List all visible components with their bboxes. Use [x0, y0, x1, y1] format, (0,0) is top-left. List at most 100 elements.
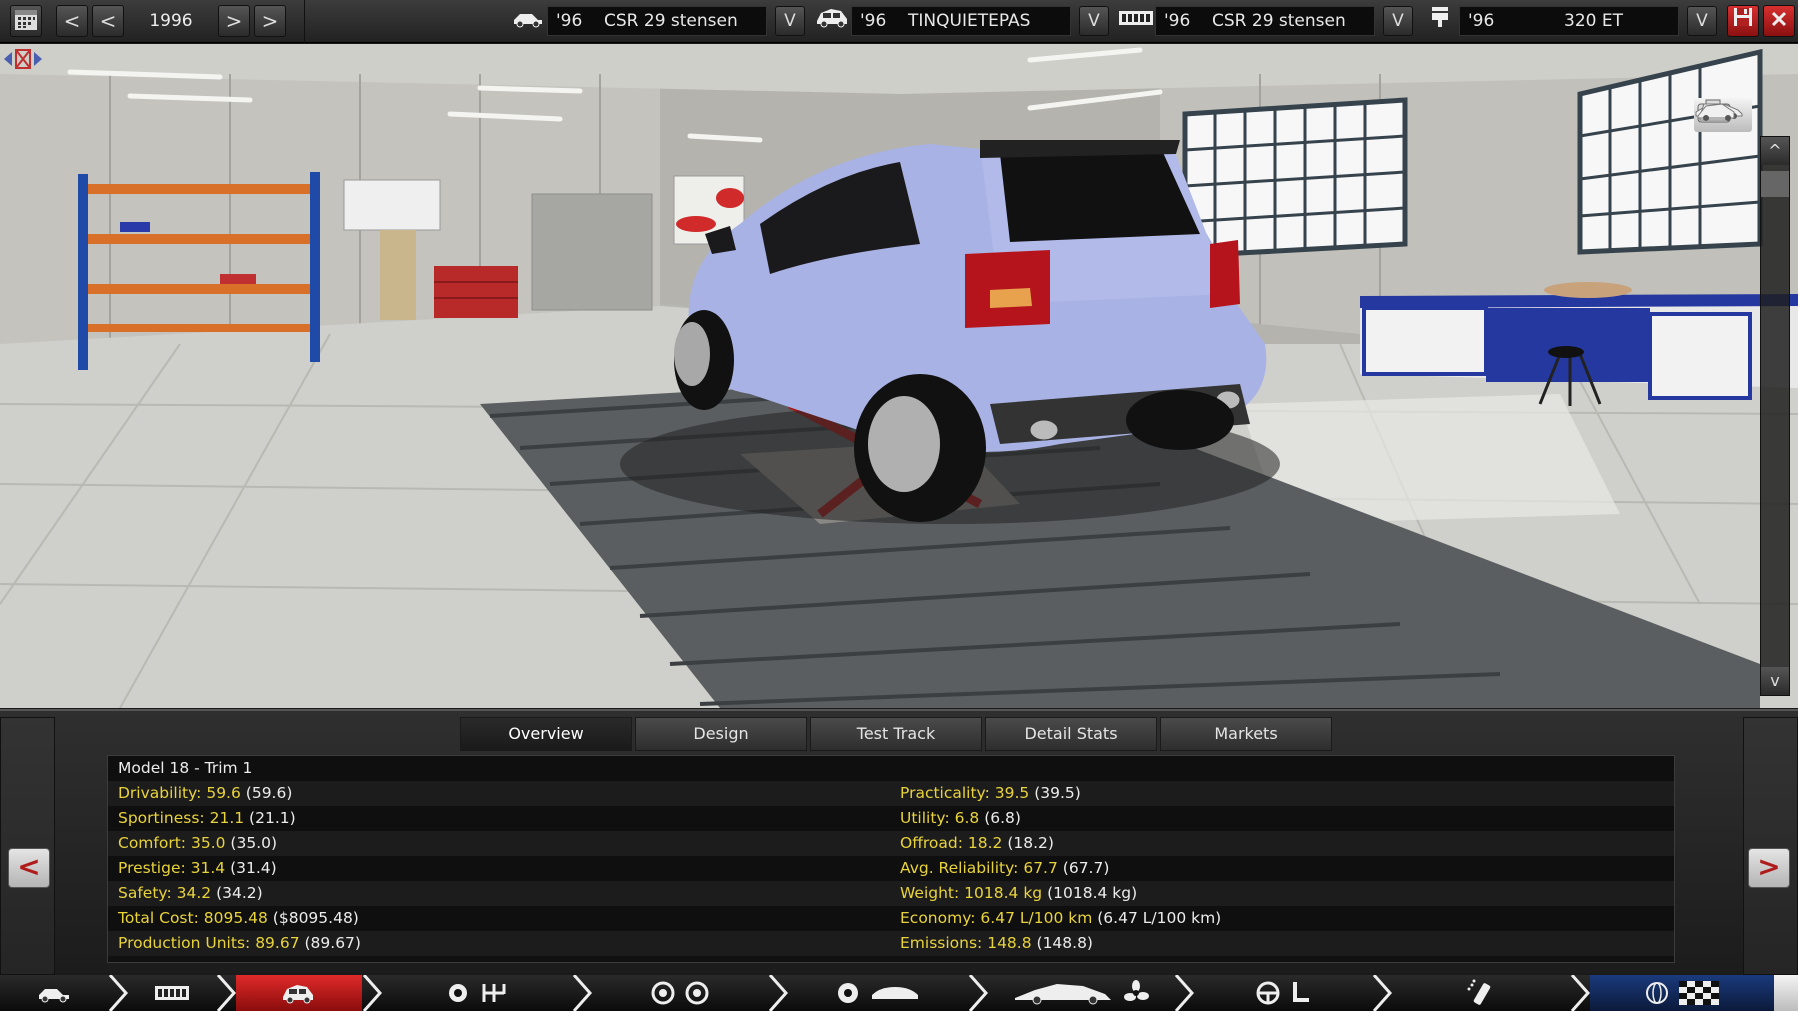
spray-paint-icon [1467, 979, 1491, 1005]
nav-separator [108, 974, 129, 1011]
tab-overview[interactable]: Overview [460, 717, 632, 751]
nav-interior[interactable] [1194, 975, 1372, 1011]
piston-icon [1421, 5, 1459, 37]
nav-chassis[interactable] [0, 975, 108, 1011]
save-button[interactable] [1727, 5, 1759, 37]
nav-separator [362, 974, 383, 1011]
trim-title: Model 18 - Trim 1 [118, 759, 253, 777]
car-silhouette-icon [1015, 984, 1111, 1005]
scroll-down-button[interactable]: v [1761, 667, 1789, 695]
overview-stats-table: Model 18 - Trim 1 Drivability: 59.6 (59.… [107, 755, 1675, 963]
fan-icon [1124, 980, 1149, 1001]
chassis-field[interactable]: '96 CSR 29 stensen [547, 6, 767, 36]
nav-chassis-tuning[interactable] [788, 975, 968, 1011]
chassis-name: CSR 29 stensen [604, 11, 738, 31]
engine-selector: '96 CSR 29 stensen V [1117, 0, 1413, 43]
stat-row: Safety: 34.2 (34.2) Weight: 1018.4 kg (1… [108, 881, 1674, 906]
year-prev-fast-button[interactable]: < [56, 5, 88, 37]
nav-engine[interactable] [128, 975, 216, 1011]
engine-block-icon [1117, 5, 1155, 37]
designer-step-nav [0, 974, 1798, 1011]
next-trim-button[interactable]: > [1748, 848, 1790, 888]
stat-row: Total Cost: 8095.48 ($8095.48) Economy: … [108, 906, 1674, 931]
nav-wheels[interactable] [592, 975, 768, 1011]
chassis-year: '96 [556, 11, 583, 31]
stat-row: Drivability: 59.6 (59.6) Practicality: 3… [108, 781, 1674, 806]
car-angle-view-icon [1697, 103, 1735, 121]
model-dropdown-button[interactable]: V [1079, 6, 1109, 36]
nav-markets[interactable] [1590, 975, 1774, 1011]
tab-markets[interactable]: Markets [1160, 717, 1332, 751]
year-prev-button[interactable]: < [92, 5, 124, 37]
car-body-icon [813, 5, 851, 37]
stat-economy: Economy: 6.47 L/100 km (6.47 L/100 km) [900, 909, 1222, 927]
view-side-button[interactable] [1694, 103, 1752, 204]
view-angle-button[interactable] [1694, 103, 1752, 276]
engine-year: '96 [1164, 11, 1191, 31]
engine-variant-dropdown-button[interactable]: V [1687, 6, 1717, 36]
close-button[interactable] [1763, 5, 1795, 37]
model-name: TINQUIETEPAS [908, 11, 1031, 31]
wheel-icon [685, 981, 709, 1005]
garage-scene [0, 44, 1798, 708]
tab-test-track[interactable]: Test Track [810, 717, 982, 751]
right-side-rail: > [1743, 717, 1798, 975]
chassis-icon [509, 5, 547, 37]
nav-paint[interactable] [1392, 975, 1570, 1011]
left-side-rail: < [0, 717, 55, 975]
engine-dropdown-button[interactable]: V [1383, 6, 1413, 36]
engine-variant-field[interactable]: '96 320 ET [1459, 6, 1679, 36]
scroll-up-button[interactable]: ^ [1761, 137, 1789, 165]
steering-wheel-icon [1256, 981, 1280, 1005]
floppy-disk-icon [1734, 8, 1752, 26]
chassis-dropdown-button[interactable]: V [775, 6, 805, 36]
stat-drivability: Drivability: 59.6 (59.6) [118, 784, 293, 802]
nav-separator [1174, 974, 1195, 1011]
view-rear-button[interactable] [1694, 103, 1752, 240]
scroll-thumb[interactable] [1761, 171, 1789, 197]
seat-icon [1293, 982, 1309, 1002]
stat-utility: Utility: 6.8 (6.8) [900, 809, 1021, 827]
nav-separator [1570, 974, 1591, 1011]
zoom-scrollbar[interactable]: ^ v [1760, 136, 1790, 696]
view-front-button[interactable] [1694, 105, 1752, 168]
panel-tabs: Overview Design Test Track Detail Stats … [460, 717, 1335, 751]
nav-separator [768, 974, 789, 1011]
rotate-view-icon[interactable] [0, 44, 46, 74]
3d-garage-viewport[interactable]: ^ v [0, 44, 1798, 708]
calendar-button[interactable] [10, 5, 42, 37]
tab-design[interactable]: Design [635, 717, 807, 751]
stat-row: Prestige: 31.4 (31.4) Avg. Reliability: … [108, 856, 1674, 881]
model-field[interactable]: '96 TINQUIETEPAS [851, 6, 1071, 36]
stat-row: Comfort: 35.0 (35.0) Offroad: 18.2 (18.2… [108, 831, 1674, 856]
engine-block-icon [155, 986, 189, 1000]
nav-separator [1372, 974, 1393, 1011]
stat-total-cost: Total Cost: 8095.48 ($8095.48) [118, 909, 359, 927]
stat-offroad: Offroad: 18.2 (18.2) [900, 834, 1054, 852]
nav-separator [216, 974, 237, 1011]
model-selector: '96 TINQUIETEPAS V [813, 0, 1109, 43]
info-panel: < > Overview Design Test Track Detail St… [0, 709, 1798, 975]
stat-emissions: Emissions: 148.8 (148.8) [900, 934, 1093, 952]
nav-drivetrain[interactable] [382, 975, 572, 1011]
nav-aero-cooling[interactable] [988, 975, 1174, 1011]
engine-variant-year: '96 [1468, 11, 1495, 31]
calendar-icon [15, 10, 37, 30]
top-toolbar: < < 1996 > > '96 CSR 29 stensen V '96 TI… [0, 0, 1798, 43]
year-display: 1996 [149, 11, 193, 31]
year-next-fast-button[interactable]: > [254, 5, 286, 37]
nav-car-body[interactable] [236, 975, 362, 1011]
car-designer-app: < < 1996 > > '96 CSR 29 stensen V '96 TI… [0, 0, 1798, 1011]
globe-icon [1646, 982, 1668, 1004]
engine-field[interactable]: '96 CSR 29 stensen [1155, 6, 1375, 36]
stat-production-units: Production Units: 89.67 (89.67) [118, 934, 361, 952]
stat-row: Sportiness: 21.1 (21.1) Utility: 6.8 (6.… [108, 806, 1674, 831]
gear-icon [449, 984, 467, 1002]
gearbox-icon [482, 984, 506, 1002]
year-next-button[interactable]: > [218, 5, 250, 37]
stat-comfort: Comfort: 35.0 (35.0) [118, 834, 278, 852]
prev-trim-button[interactable]: < [8, 848, 50, 888]
tab-detail-stats[interactable]: Detail Stats [985, 717, 1157, 751]
stat-prestige: Prestige: 31.4 (31.4) [118, 859, 277, 877]
engine-variant-name: 320 ET [1564, 11, 1623, 31]
